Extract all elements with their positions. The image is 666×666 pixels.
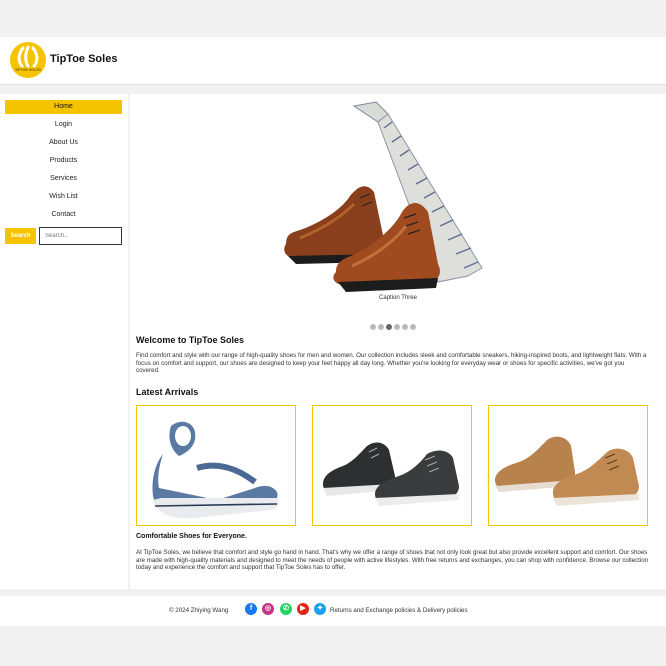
blue-sandal-image	[152, 421, 279, 519]
brand-name: TipToe Soles	[50, 53, 118, 65]
policies-link[interactable]: Returns and Exchange policies & Delivery…	[330, 607, 468, 614]
carousel-slide[interactable]	[270, 100, 530, 300]
facebook-icon[interactable]: f	[245, 603, 257, 615]
nav-item-services[interactable]: Services	[5, 172, 122, 186]
product-card-black-sneakers[interactable]	[312, 405, 472, 526]
comfort-paragraph: At TipToe Soles, we believe that comfort…	[136, 549, 649, 572]
product-card-blue-sandal[interactable]	[136, 405, 296, 526]
instagram-icon[interactable]: ◎	[262, 603, 274, 615]
carousel-indicators	[370, 317, 418, 330]
site-footer: © 2024 Zhiying Wang f ◎ ✆ ▶ ✦ Returns an…	[0, 596, 666, 626]
twitter-icon[interactable]: ✦	[314, 603, 326, 615]
shoes-and-tie-image	[284, 101, 483, 292]
nav-item-products[interactable]: Products	[5, 154, 122, 168]
black-sneakers-image	[323, 442, 459, 506]
carousel-dot[interactable]	[394, 324, 400, 330]
nav-item-home[interactable]: Home	[5, 100, 122, 114]
nav-item-about-us[interactable]: About Us	[5, 136, 122, 150]
nav-item-login[interactable]: Login	[5, 118, 122, 132]
comfort-heading: Comfortable Shoes for Everyone.	[136, 533, 247, 540]
site-header: TIPTOE SOLES TipToe Soles	[0, 37, 666, 85]
carousel-dot[interactable]	[402, 324, 408, 330]
carousel-dot[interactable]	[378, 324, 384, 330]
logo-icon[interactable]: TIPTOE SOLES	[10, 42, 46, 78]
search-input[interactable]	[39, 227, 122, 245]
latest-arrivals-heading: Latest Arrivals	[136, 387, 199, 397]
welcome-heading: Welcome to TipToe Soles	[136, 335, 245, 345]
nav-item-wish-list[interactable]: Wish List	[5, 190, 122, 204]
welcome-paragraph: Find comfort and style with our range of…	[136, 352, 647, 375]
product-card-tan-shoes[interactable]	[488, 405, 648, 526]
carousel-dot-active[interactable]	[386, 324, 392, 330]
youtube-icon[interactable]: ▶	[297, 603, 309, 615]
tan-shoes-image	[495, 436, 639, 506]
copyright-text: © 2024 Zhiying Wang	[169, 607, 229, 614]
whatsapp-icon[interactable]: ✆	[280, 603, 292, 615]
carousel-dot[interactable]	[410, 324, 416, 330]
sidebar-nav: Home Login About Us Products Services Wi…	[0, 94, 128, 589]
carousel-dot[interactable]	[370, 324, 376, 330]
search-button[interactable]: Search	[5, 228, 36, 244]
carousel-caption: Caption Three	[379, 295, 417, 301]
main-content: Caption Three Welcome to TipToe Soles Fi…	[130, 94, 666, 589]
logo-text: TIPTOE SOLES	[15, 68, 42, 72]
nav-item-contact[interactable]: Contact	[5, 208, 122, 222]
